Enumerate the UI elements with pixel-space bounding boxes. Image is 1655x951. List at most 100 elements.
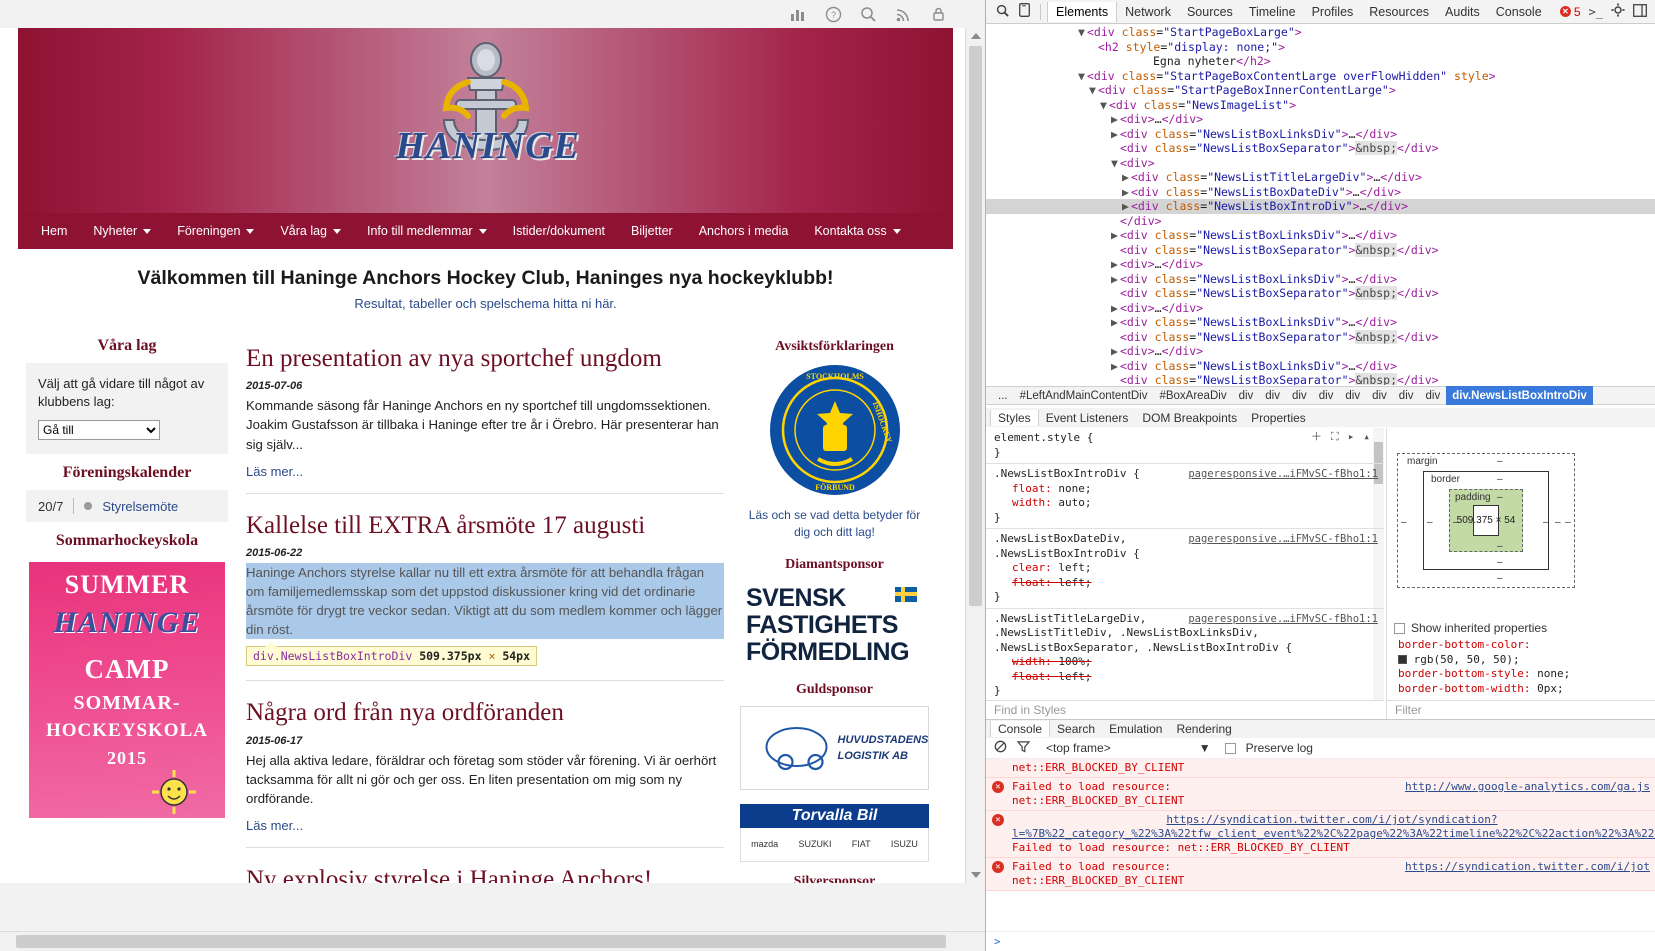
breadcrumb-item[interactable]: div bbox=[1313, 386, 1340, 405]
dom-node-selected[interactable]: ▶ <div class="NewsListBoxIntroDiv">…</div… bbox=[986, 199, 1655, 214]
diamond-sponsor-logo[interactable]: SVENSK FASTIGHETS FÖRMEDLING bbox=[740, 580, 929, 670]
help-icon[interactable]: ? bbox=[825, 6, 842, 23]
disclosure-triangle-icon[interactable]: ▶ bbox=[1111, 257, 1120, 272]
devtools-tab-timeline[interactable]: Timeline bbox=[1241, 2, 1304, 22]
disclosure-triangle-icon[interactable]: ▶ bbox=[1122, 185, 1131, 200]
nav-item-biljetter[interactable]: Biljetter bbox=[618, 213, 686, 249]
styles-tab-dom-breakpoints[interactable]: DOM Breakpoints bbox=[1135, 410, 1244, 426]
intent-note[interactable]: Läs och se vad detta betyder för dig och… bbox=[740, 497, 929, 545]
news-read-more-link[interactable]: Läs mer... bbox=[246, 454, 724, 489]
disclosure-triangle-icon[interactable]: ▼ bbox=[1078, 69, 1087, 84]
breadcrumb-item[interactable]: div bbox=[1366, 386, 1393, 405]
console-context-selector[interactable]: <top frame> bbox=[1046, 741, 1111, 755]
disclosure-triangle-icon[interactable]: ▶ bbox=[1111, 359, 1120, 374]
find-in-styles-input[interactable]: Find in Styles bbox=[986, 700, 1384, 719]
breadcrumb-item[interactable]: #LeftAndMainContentDiv bbox=[1014, 386, 1154, 405]
css-rule[interactable]: pageresponsive.…iFMvSC-fBho1:1 .NewsListB… bbox=[986, 464, 1384, 529]
breadcrumb-item[interactable]: div bbox=[1286, 386, 1313, 405]
dom-node[interactable]: </div> bbox=[986, 214, 1655, 229]
disclosure-triangle-icon[interactable]: ▼ bbox=[1078, 25, 1087, 40]
css-rule[interactable]: pageresponsive.…iFMvSC-fBho1:1 .NewsListB… bbox=[986, 529, 1384, 609]
news-title[interactable]: Kallelse till EXTRA årsmöte 17 augusti bbox=[246, 500, 724, 547]
disclosure-triangle-icon[interactable]: ▶ bbox=[1111, 344, 1120, 359]
styles-tab-strip[interactable]: Styles Event Listeners DOM Breakpoints Prop… bbox=[986, 408, 1655, 427]
device-icon[interactable] bbox=[1015, 3, 1034, 20]
filter-input[interactable]: Filter bbox=[1386, 700, 1655, 719]
disclosure-triangle-icon[interactable]: ▶ bbox=[1122, 199, 1131, 214]
css-rule[interactable]: pageresponsive.…iFMvSC-fBho1:1 .NewsListT… bbox=[986, 609, 1384, 701]
dom-node[interactable]: Egna nyheter</h2> bbox=[986, 54, 1655, 69]
dom-node[interactable]: <div class="NewsListBoxSeparator">&nbsp;… bbox=[986, 141, 1655, 156]
dom-node[interactable]: ▶ <div class="NewsListBoxLinksDiv">…</div… bbox=[986, 359, 1655, 374]
breadcrumb-item[interactable]: div bbox=[1233, 386, 1260, 405]
horizontal-scroll-thumb[interactable] bbox=[16, 935, 946, 948]
disclosure-triangle-icon[interactable]: ▶ bbox=[1111, 112, 1120, 127]
checkbox-icon[interactable] bbox=[1394, 622, 1405, 634]
drawer-tab-console[interactable]: Console bbox=[990, 721, 1051, 737]
devtools-tab-sources[interactable]: Sources bbox=[1179, 2, 1241, 22]
breadcrumb[interactable]: ... #LeftAndMainContentDiv #BoxAreaDiv div d… bbox=[986, 386, 1655, 405]
devtools-tab-network[interactable]: Network bbox=[1117, 2, 1179, 22]
disclosure-triangle-icon[interactable]: ▶ bbox=[1122, 170, 1131, 185]
css-property[interactable]: width: auto; bbox=[994, 496, 1384, 511]
box-model-diagram[interactable]: margin – – – – border – – – – padding – … bbox=[1397, 453, 1575, 588]
disclosure-triangle-icon[interactable]: ▶ bbox=[1111, 127, 1120, 142]
dom-node[interactable]: ▼ <div class="StartPageBoxContentLarge ov… bbox=[986, 69, 1655, 84]
team-select[interactable]: Gå till bbox=[38, 420, 160, 441]
summer-camp-poster[interactable]: SUMMER HANINGE CAMP SOMMAR- HOCKEYSKOLA … bbox=[29, 562, 225, 819]
calendar-row[interactable]: 20/7 Styrelsemöte bbox=[26, 490, 228, 523]
nav-item-hem[interactable]: Hem bbox=[28, 213, 80, 249]
console-url[interactable]: https://syndication.twitter.com/i/jot/sy… bbox=[1012, 813, 1655, 841]
error-count-badge[interactable]: ✕ 5 bbox=[1559, 5, 1581, 19]
devtools-tab-audits[interactable]: Audits bbox=[1437, 2, 1488, 22]
console-error-message[interactable]: ✕ http://www.google-analytics.com/ga.js Fa… bbox=[986, 778, 1655, 811]
gold-sponsor-logo[interactable]: HUVUDSTADENS LOGISTIK AB bbox=[740, 705, 929, 790]
disclosure-triangle-icon[interactable]: ▼ bbox=[1111, 156, 1120, 171]
dom-node[interactable]: ▶ <div class="NewsListBoxLinksDiv">…</div… bbox=[986, 228, 1655, 243]
breadcrumb-item[interactable]: div bbox=[1259, 386, 1286, 405]
devtools-tab-elements[interactable]: Elements bbox=[1047, 1, 1118, 22]
console-source-link[interactable]: https://syndication.twitter.com/i/jot bbox=[1405, 860, 1650, 874]
breadcrumb-item[interactable]: ... bbox=[992, 386, 1014, 405]
search-icon[interactable] bbox=[860, 6, 877, 23]
css-property[interactable]: float: none; bbox=[994, 482, 1384, 497]
clear-console-icon[interactable] bbox=[994, 740, 1007, 756]
calendar-event-link[interactable]: Styrelsemöte bbox=[102, 499, 178, 514]
lock-icon[interactable] bbox=[930, 6, 947, 23]
torvalla-bil-logo[interactable]: Torvalla Bil bbox=[740, 803, 929, 828]
breadcrumb-item[interactable]: div.NewsListBoxIntroDiv bbox=[1446, 386, 1593, 405]
drawer-tab-strip[interactable]: Console Search Emulation Rendering bbox=[986, 719, 1655, 738]
disclosure-triangle-icon[interactable]: ▼ bbox=[1100, 98, 1109, 113]
console-source-link[interactable]: http://www.google-analytics.com/ga.js bbox=[1405, 780, 1650, 794]
css-source-link[interactable]: pageresponsive.…iFMvSC-fBho1:1 bbox=[1188, 532, 1378, 547]
dom-node[interactable]: <div class="NewsListBoxSeparator">&nbsp;… bbox=[986, 373, 1655, 385]
css-source-link[interactable]: pageresponsive.…iFMvSC-fBho1:1 bbox=[1188, 467, 1378, 482]
nav-item-kontakta-oss[interactable]: Kontakta oss bbox=[801, 213, 913, 249]
nav-item-f-reningen[interactable]: Föreningen bbox=[164, 213, 267, 249]
console-error-message[interactable]: ✕ https://syndication.twitter.com/i/jot/s… bbox=[986, 811, 1655, 858]
page-vertical-scrollbar[interactable] bbox=[965, 28, 985, 883]
play-icon[interactable]: ▸ bbox=[1348, 430, 1355, 445]
breadcrumb-item[interactable]: div bbox=[1393, 386, 1420, 405]
devtools-tab-console[interactable]: Console bbox=[1488, 2, 1550, 22]
dom-node[interactable]: ▼ <div class="NewsImageList"> bbox=[986, 98, 1655, 113]
news-title[interactable]: En presentation av nya sportchef ungdom bbox=[246, 333, 724, 380]
inspect-icon[interactable] bbox=[992, 4, 1013, 20]
breadcrumb-item[interactable]: div bbox=[1339, 386, 1366, 405]
console-toggle-icon[interactable]: >_ bbox=[1589, 5, 1603, 19]
results-link[interactable]: Resultat, tabeller och spelschema hitta … bbox=[354, 296, 616, 311]
console-error-message[interactable]: ✕ https://syndication.twitter.com/i/jot Fa… bbox=[986, 858, 1655, 891]
news-title[interactable]: Ny explosiv styrelse i Haninge Anchors! bbox=[246, 854, 724, 883]
css-property[interactable]: float: left; bbox=[994, 670, 1384, 685]
dock-icon[interactable] bbox=[1633, 3, 1647, 20]
nav-item-info-till-medlemmar[interactable]: Info till medlemmar bbox=[354, 213, 500, 249]
css-source-link[interactable]: pageresponsive.…iFMvSC-fBho1:1 bbox=[1188, 612, 1378, 627]
console-prompt[interactable]: > bbox=[986, 931, 1655, 951]
nav-item-istider-dokument[interactable]: Istider/dokument bbox=[500, 213, 618, 249]
devtools-tab-resources[interactable]: Resources bbox=[1361, 2, 1437, 22]
settings-gear-icon[interactable] bbox=[1611, 3, 1625, 20]
page-horizontal-scrollbar[interactable] bbox=[0, 931, 985, 951]
dom-node[interactable]: ▶ <div class="NewsListBoxLinksDiv">…</div… bbox=[986, 315, 1655, 330]
css-property[interactable]: float: left; bbox=[994, 576, 1384, 591]
nav-item-nyheter[interactable]: Nyheter bbox=[80, 213, 164, 249]
